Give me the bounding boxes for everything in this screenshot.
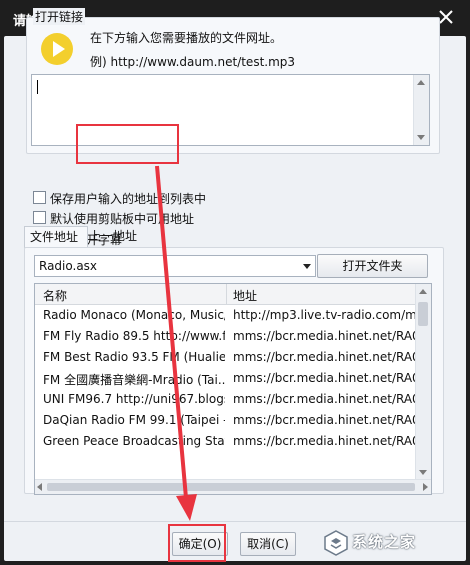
save-to-list-checkbox[interactable] [33, 191, 46, 204]
station-address: mms://bcr.media.hinet.net/RA0... [233, 329, 415, 343]
tab-file-address[interactable]: 文件地址 [24, 226, 88, 248]
scroll-up-icon[interactable] [419, 289, 427, 294]
play-icon [41, 33, 73, 65]
column-header-address[interactable]: 地址 [233, 287, 257, 304]
station-address: mms://bcr.media.hinet.net/RA0... [233, 434, 415, 448]
scroll-thumb[interactable] [47, 483, 415, 491]
station-address: mms://bcr.media.hinet.net/RA0... [233, 413, 415, 427]
scroll-down-icon[interactable] [417, 135, 425, 140]
chevron-down-icon [303, 264, 311, 269]
list-header: 名称 地址 [35, 284, 415, 305]
list-row[interactable]: Green Peace Broadcasting Statio... mms:/… [35, 431, 415, 452]
playlist-select[interactable]: Radio.asx [34, 255, 316, 277]
station-list[interactable]: 名称 地址 Radio Monaco (Monaco, Music/... ht… [34, 283, 432, 495]
annotation-box-input [76, 124, 179, 164]
use-clipboard-label: 默认使用剪贴板中可用地址 [50, 212, 195, 226]
scroll-thumb[interactable] [418, 302, 428, 326]
hint-text: 在下方输入您需要播放的文件网址。 [90, 31, 283, 45]
list-row[interactable]: DaQian Radio FM 99.1 (Taipei - T... mms:… [35, 410, 415, 431]
open-folder-button[interactable]: 打开文件夹 [317, 254, 428, 278]
list-row[interactable]: UNI FM96.7 http://uni967.blogsp... mms:/… [35, 389, 415, 410]
dialog-window: 请输入地址。 打开链接 在下方输入您需要播放的文件网址。 例) http://w… [0, 0, 470, 565]
station-address: http://mp3.live.tv-radio.com/m... [233, 308, 415, 322]
watermark-logo-icon [324, 530, 348, 556]
list-row[interactable]: FM Best Radio 93.5 FM (Hualien ... mms:/… [35, 347, 415, 368]
station-address: mms://bcr.media.hinet.net/RA0... [233, 392, 415, 406]
list-row[interactable]: FM Fly Radio 89.5 http://www.fly... mms:… [35, 326, 415, 347]
list-row[interactable]: FM 全國廣播音樂網-Mradio (Tai... mms://bcr.medi… [35, 368, 415, 389]
list-vertical-scrollbar[interactable] [415, 284, 431, 480]
station-address: mms://bcr.media.hinet.net/RA0... [233, 350, 415, 364]
watermark: 系统之家 [322, 528, 462, 558]
station-name: Green Peace Broadcasting Statio... [43, 434, 225, 448]
column-divider[interactable] [226, 284, 227, 304]
cancel-button[interactable]: 取消(C) [240, 532, 296, 556]
example-text: 例) http://www.daum.net/test.mp3 [90, 55, 296, 69]
scroll-right-icon[interactable] [423, 483, 428, 491]
station-name: FM 全國廣播音樂網-Mradio (Tai... [43, 373, 225, 387]
scroll-left-icon[interactable] [37, 483, 42, 491]
tab-previous-address[interactable]: 上一地址 [84, 226, 149, 247]
station-name: FM Best Radio 93.5 FM (Hualien ... [43, 350, 225, 364]
footer-divider [4, 521, 466, 522]
use-clipboard-checkbox[interactable] [33, 211, 46, 224]
station-name: Radio Monaco (Monaco, Music/... [43, 308, 225, 322]
dropdown-button[interactable] [299, 256, 315, 276]
annotation-box-ok [168, 524, 226, 562]
column-header-name[interactable]: 名称 [43, 287, 67, 304]
list-row[interactable]: Radio Monaco (Monaco, Music/... http://m… [35, 305, 415, 326]
text-caret [37, 80, 38, 94]
url-input-scrollbar[interactable] [413, 75, 429, 145]
playlist-select-value: Radio.asx [39, 259, 98, 273]
list-horizontal-scrollbar[interactable] [35, 479, 431, 494]
station-address: mms://bcr.media.hinet.net/RA0... [233, 371, 415, 385]
watermark-text: 系统之家 [352, 533, 417, 551]
scroll-up-icon[interactable] [417, 80, 425, 85]
station-name: FM Fly Radio 89.5 http://www.fly... [43, 329, 225, 343]
scroll-down-icon[interactable] [419, 470, 427, 475]
station-name: UNI FM96.7 http://uni967.blogsp... [43, 392, 225, 406]
open-link-legend: 打开链接 [33, 8, 86, 25]
station-name: DaQian Radio FM 99.1 (Taipei - T... [43, 413, 225, 427]
save-to-list-label: 保存用户输入的地址到列表中 [50, 192, 207, 206]
